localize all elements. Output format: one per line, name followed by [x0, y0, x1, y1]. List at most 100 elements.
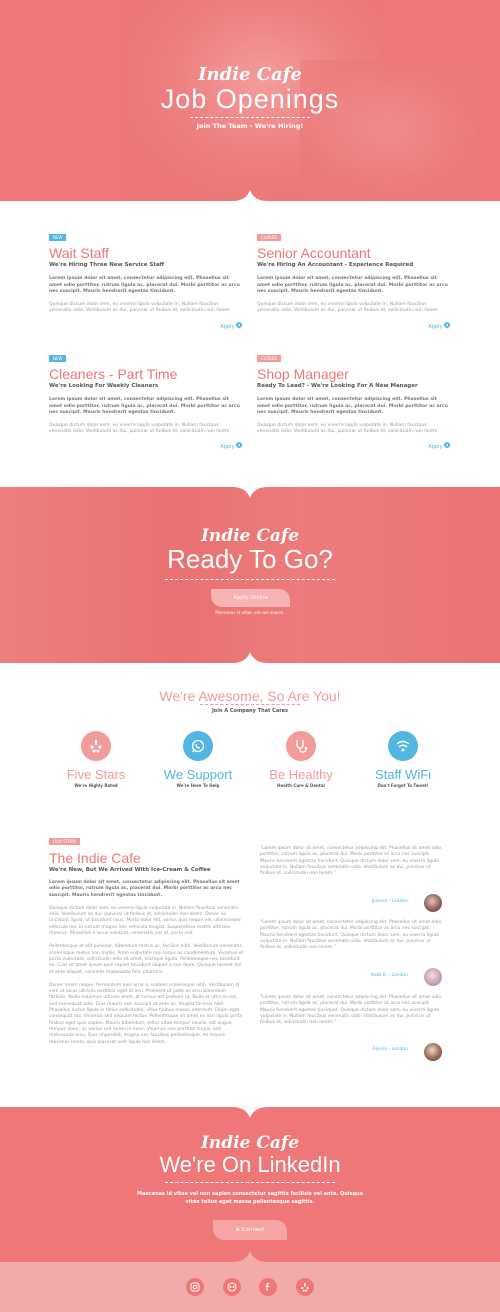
feature-title: Staff WiFi [374, 767, 432, 782]
job-card-shop-manager: CLOSED Shop Manager Ready To Lead? - We'… [257, 345, 450, 453]
job-description-bold: Lorem ipsum dolor sit amet, consectetur … [257, 397, 448, 415]
job-description: Quisque dictum dolor sem, eu viverra lig… [257, 301, 439, 314]
cta-bottom-curve [0, 652, 500, 664]
hero-bottom-curve [0, 190, 500, 202]
footer-top-curve [0, 1251, 500, 1263]
apply-online-button[interactable]: Apply Online [211, 589, 290, 607]
story-paragraph: Donec lorem neque, fermentum quis urna a… [49, 982, 243, 1045]
apply-label: Apply [220, 444, 235, 450]
wifi-icon [396, 740, 410, 752]
job-card-cleaners: NEW Cleaners - Part Time We're Looking F… [49, 345, 242, 453]
yelp-link[interactable] [296, 1278, 314, 1296]
job-description-bold: Lorem ipsum dolor sit amet, consectetur … [49, 397, 240, 415]
status-badge: NEW [49, 234, 67, 241]
testimonial: "Lorem ipsum dolor sit amet, consectetur… [260, 846, 442, 916]
benefits-divider [200, 704, 300, 705]
yelp-icon [301, 1283, 309, 1292]
arrow-circle-icon [444, 322, 450, 328]
apply-link[interactable]: Apply [428, 442, 450, 450]
job-description: Quisque dictum dolor sem, eu viverra lig… [49, 422, 231, 435]
hero-title: Job Openings [160, 84, 340, 114]
arrow-circle-icon [444, 442, 450, 448]
avatar [424, 894, 442, 912]
job-description: Quisque dictum dolor sem, eu viverra lig… [257, 422, 439, 435]
feature-subtitle: We're Highly Rated [74, 783, 118, 788]
job-subtitle: Ready To Lead? - We're Looking For A New… [257, 383, 418, 389]
feature-icon-badge [183, 731, 213, 761]
job-subtitle: We're Looking For Weekly Cleaners [49, 383, 159, 389]
linkedin-text: Maecenas id vitae vel non sapien consect… [136, 1191, 363, 1205]
testimonial-author: Kate A. - London [370, 973, 408, 978]
yelp-icon [90, 740, 102, 753]
our-story: OUR STORY The Indie Cafe We're New, But … [49, 828, 245, 1046]
linkedin-title: We're On LinkedIn [159, 1152, 341, 1177]
instagram-link[interactable] [186, 1278, 204, 1296]
feature-title: We Support [163, 767, 233, 782]
feature-subtitle: We're Here To Help [176, 783, 220, 788]
hero-brand-logo: Indie Cafe [198, 64, 302, 85]
job-description-bold: Lorem ipsum dolor sit amet, consectetur … [49, 276, 240, 294]
whatsapp-icon [191, 739, 205, 753]
cta-top-curve [0, 486, 500, 498]
feature-icon-badge [388, 731, 418, 761]
apply-link[interactable]: Apply [428, 322, 450, 330]
cta-title: Ready To Go? [167, 544, 333, 574]
instagram-icon [190, 1282, 200, 1292]
connect-button[interactable]: ⊕ Connect [213, 1220, 287, 1240]
story-subtitle: We're New, But We Arrived With Ice-Cream… [49, 867, 211, 873]
job-title: Shop Manager [257, 366, 349, 382]
job-title: Senior Accountant [257, 245, 371, 261]
tripadvisor-link[interactable] [223, 1278, 241, 1296]
cta-divider [165, 579, 335, 580]
linkedin-top-curve [0, 1106, 500, 1118]
apply-label: Apply [428, 324, 443, 330]
page: Indie Cafe Job Openings Join The Team - … [0, 0, 500, 1312]
benefits-title: We're Awesome, So Are You! [159, 688, 341, 704]
tripadvisor-icon [227, 1282, 237, 1292]
apply-link[interactable]: Apply [220, 322, 242, 330]
status-badge: NEW [49, 355, 67, 362]
status-badge: CLOSED [257, 234, 282, 241]
testimonial: "Lorem ipsum dolor sit amet, consectetur… [260, 920, 442, 990]
job-subtitle: We're Hiring Three New Service Staff [49, 262, 165, 268]
job-description-bold: Lorem ipsum dolor sit amet, consectetur … [257, 276, 448, 294]
hero-divider [190, 117, 310, 118]
story-paragraph: Pellentesque et elit pulvinar, bibendum … [49, 944, 244, 975]
avatar [424, 1043, 442, 1061]
feature-title: Be Healthy [269, 767, 333, 782]
testimonial-text: "Lorem ipsum dolor sit amet, consectetur… [260, 920, 442, 951]
cta-brand-logo: Indie Cafe [200, 526, 300, 546]
facebook-icon [265, 1282, 270, 1291]
status-badge: CLOSED [257, 355, 282, 362]
hero-section: Indie Cafe Job Openings Join The Team - … [0, 0, 500, 202]
feature-icon-badge [286, 731, 316, 761]
facebook-link[interactable] [259, 1278, 277, 1296]
linkedin-section: Indie Cafe We're On LinkedIn Maecenas id… [0, 1106, 500, 1263]
apply-label: Apply [220, 324, 235, 330]
job-title: Cleaners - Part Time [49, 366, 178, 382]
feature-we-support: We Support We're Here To Help [148, 731, 248, 788]
job-card-senior-accountant: CLOSED Senior Accountant We're Hiring An… [257, 224, 450, 332]
testimonial-text: "Lorem ipsum dolor sit amet, consectetur… [260, 995, 442, 1026]
testimonial: "Lorem ipsum dolor sit amet, consectetur… [260, 995, 442, 1065]
connect-icon: ⊕ [235, 1227, 241, 1233]
feature-be-healthy: Be Healthy Health Care & Dental [251, 731, 351, 788]
cta-section: Indie Cafe Ready To Go? Apply Online Mae… [0, 486, 500, 664]
testimonial-text: "Lorem ipsum dolor sit amet, consectetur… [260, 846, 442, 877]
story-paragraph: Quisque dictum dolor sem, eu viverra lig… [49, 905, 242, 937]
section-badge: OUR STORY [49, 838, 81, 845]
feature-subtitle: Don't Forget To Tweet! [377, 783, 429, 788]
testimonial-author: Alyssa - London [372, 1047, 408, 1052]
linkedin-divider [165, 1182, 335, 1183]
apply-label: Apply [428, 444, 443, 450]
feature-icon-badge [81, 731, 111, 761]
job-description: Quisque dictum dolor sem, eu viverra lig… [49, 301, 231, 314]
story-intro: Lorem ipsum dolor sit amet, consectetur … [49, 880, 240, 898]
benefits-subtitle: Join A Company That Cares [211, 708, 289, 714]
footer [0, 1263, 500, 1312]
apply-link[interactable]: Apply [220, 442, 242, 450]
feature-title: Five Stars [66, 767, 126, 782]
feature-staff-wifi: Staff WiFi Don't Forget To Tweet! [353, 731, 453, 788]
cta-note: Maecenas id vitae, vel non sapien. [215, 610, 285, 615]
feature-five-stars: Five Stars We're Highly Rated [46, 731, 146, 788]
